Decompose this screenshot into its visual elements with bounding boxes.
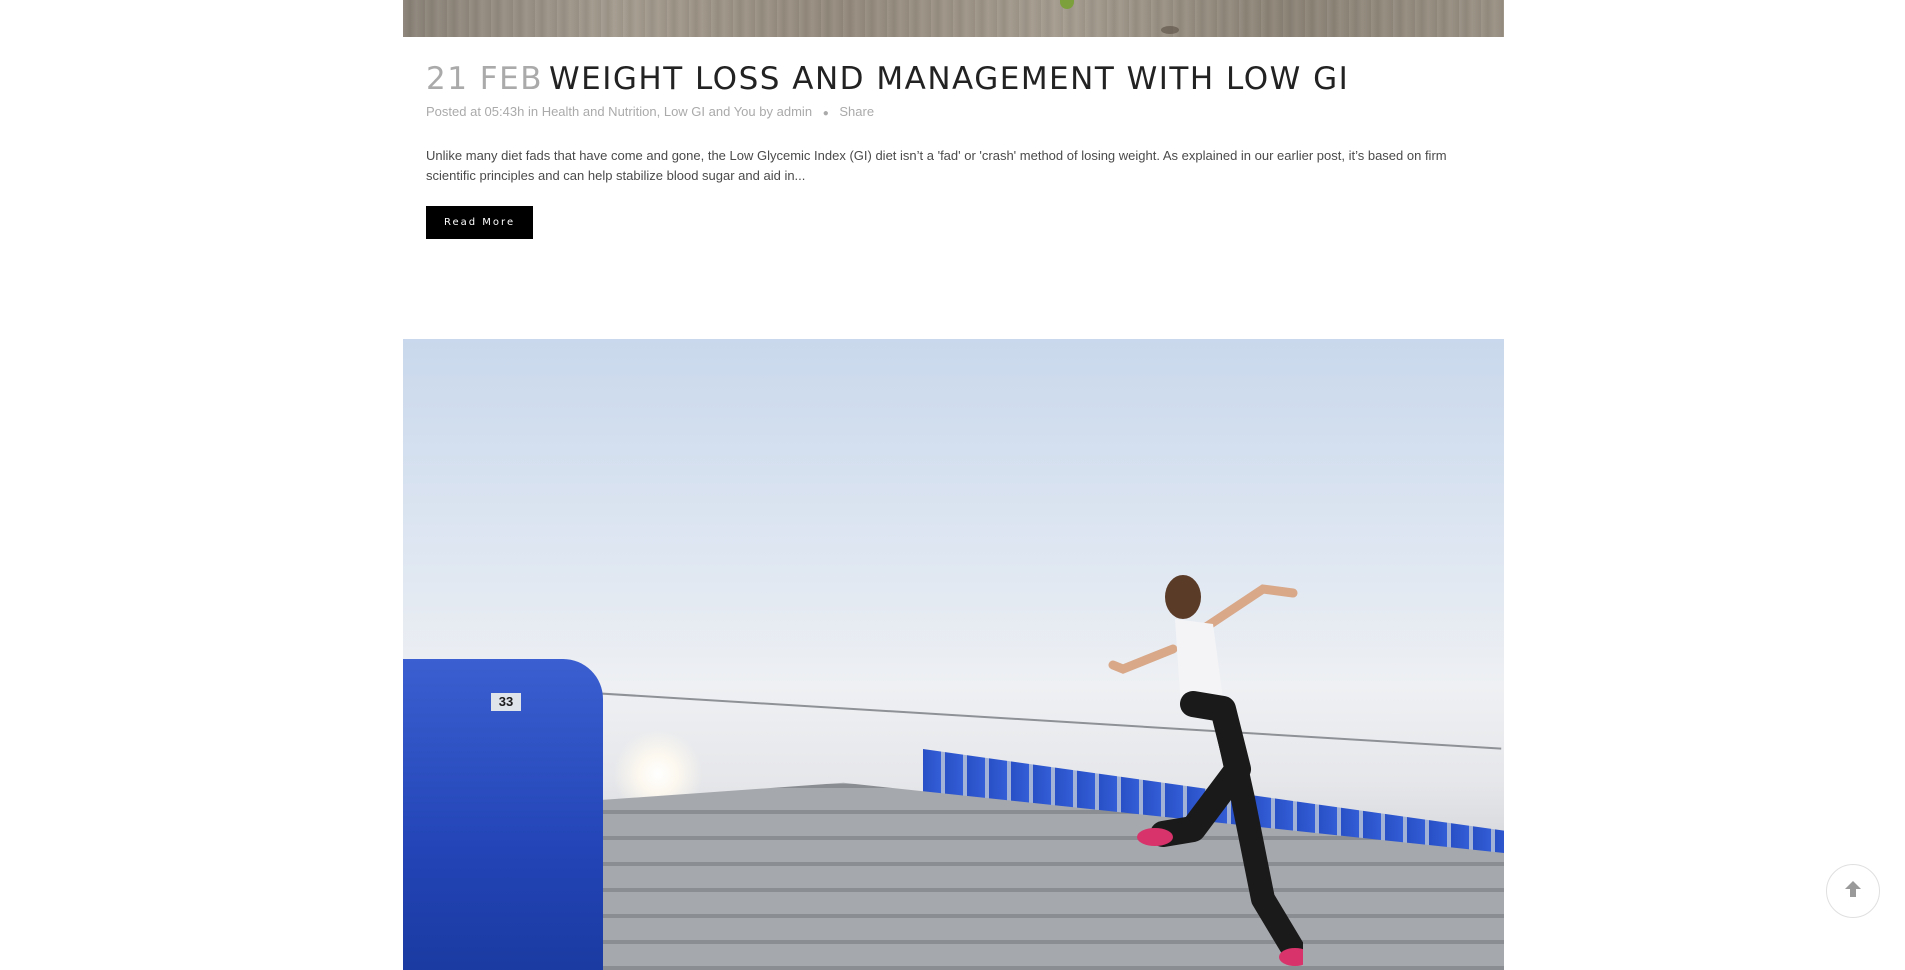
category-link-low-gi-and-you[interactable]: Low GI and You — [664, 104, 756, 119]
post-title-row: 21 FEB WEIGHT LOSS AND MANAGEMENT WITH LO… — [426, 61, 1481, 97]
category-link-health-nutrition[interactable]: Health and Nutrition — [542, 104, 657, 119]
share-link[interactable]: Share — [839, 104, 874, 119]
post-meta: Posted at 05:43h in Health and Nutrition… — [426, 103, 1481, 123]
post-title-link[interactable]: WEIGHT LOSS AND MANAGEMENT WITH LOW GI — [549, 61, 1349, 97]
by-label: by — [759, 104, 774, 119]
arrow-up-icon — [1842, 878, 1864, 905]
wood-knot-detail — [1161, 26, 1179, 34]
category-separator: , — [656, 104, 661, 119]
in-label: in — [527, 104, 539, 119]
scroll-to-top-button[interactable] — [1826, 864, 1880, 918]
read-more-button[interactable]: Read More — [426, 206, 534, 239]
runner-figure — [1108, 575, 1303, 966]
stadium-seat-left: 33 — [403, 659, 603, 970]
post-excerpt: Unlike many diet fads that have come and… — [426, 148, 1447, 183]
previous-post-image[interactable] — [403, 0, 1504, 37]
posted-at: Posted at 05:43h — [426, 104, 525, 119]
post-container: 21 FEB WEIGHT LOSS AND MANAGEMENT WITH LO… — [403, 0, 1504, 239]
seat-number: 33 — [491, 693, 521, 711]
next-post-image[interactable]: 33 — [403, 339, 1504, 970]
meta-dot-separator: ● — [822, 108, 829, 119]
author-link[interactable]: admin — [777, 104, 812, 119]
post-date: 21 FEB — [426, 61, 543, 97]
blog-page: 21 FEB WEIGHT LOSS AND MANAGEMENT WITH LO… — [0, 0, 1905, 970]
leaf-detail — [1060, 0, 1074, 9]
post-body: 21 FEB WEIGHT LOSS AND MANAGEMENT WITH LO… — [403, 61, 1504, 239]
